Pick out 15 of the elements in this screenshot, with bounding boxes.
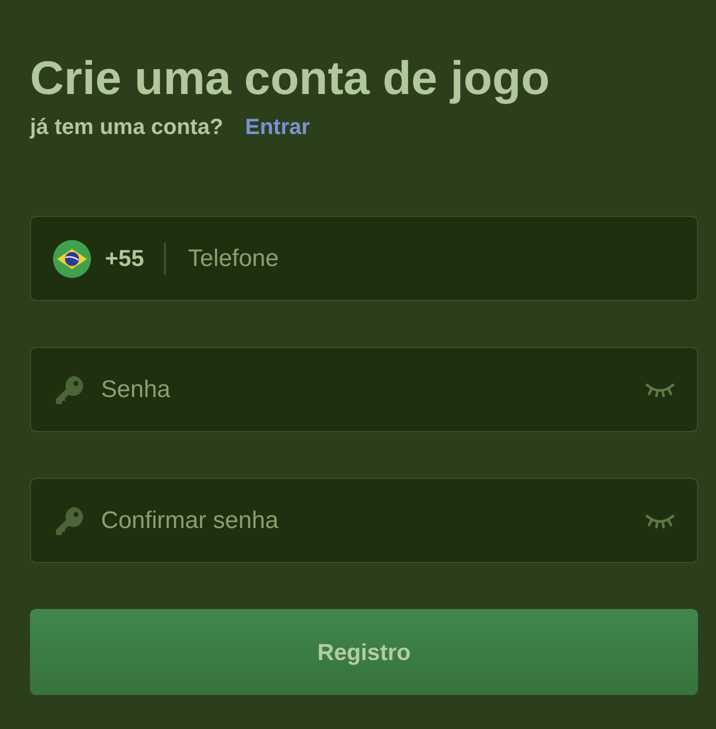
closed-eye-icon[interactable] (645, 382, 675, 398)
login-prompt: já tem uma conta? (30, 114, 224, 140)
key-icon (53, 504, 85, 536)
phone-input[interactable]: Telefone (186, 244, 675, 274)
closed-eye-icon[interactable] (645, 512, 675, 528)
password-field[interactable]: Senha (30, 347, 698, 432)
login-link[interactable]: Entrar (245, 114, 310, 140)
country-code[interactable]: +55 (105, 245, 144, 272)
password-field[interactable]: Confirmar senha (30, 478, 698, 563)
password-input[interactable]: Confirmar senha (99, 506, 631, 536)
phone-field[interactable]: +55 Telefone (30, 216, 698, 301)
key-icon (53, 374, 85, 406)
brazil-flag-icon (53, 240, 91, 278)
password-input[interactable]: Senha (99, 374, 631, 404)
page-title: Crie uma conta de jogo (30, 50, 551, 106)
